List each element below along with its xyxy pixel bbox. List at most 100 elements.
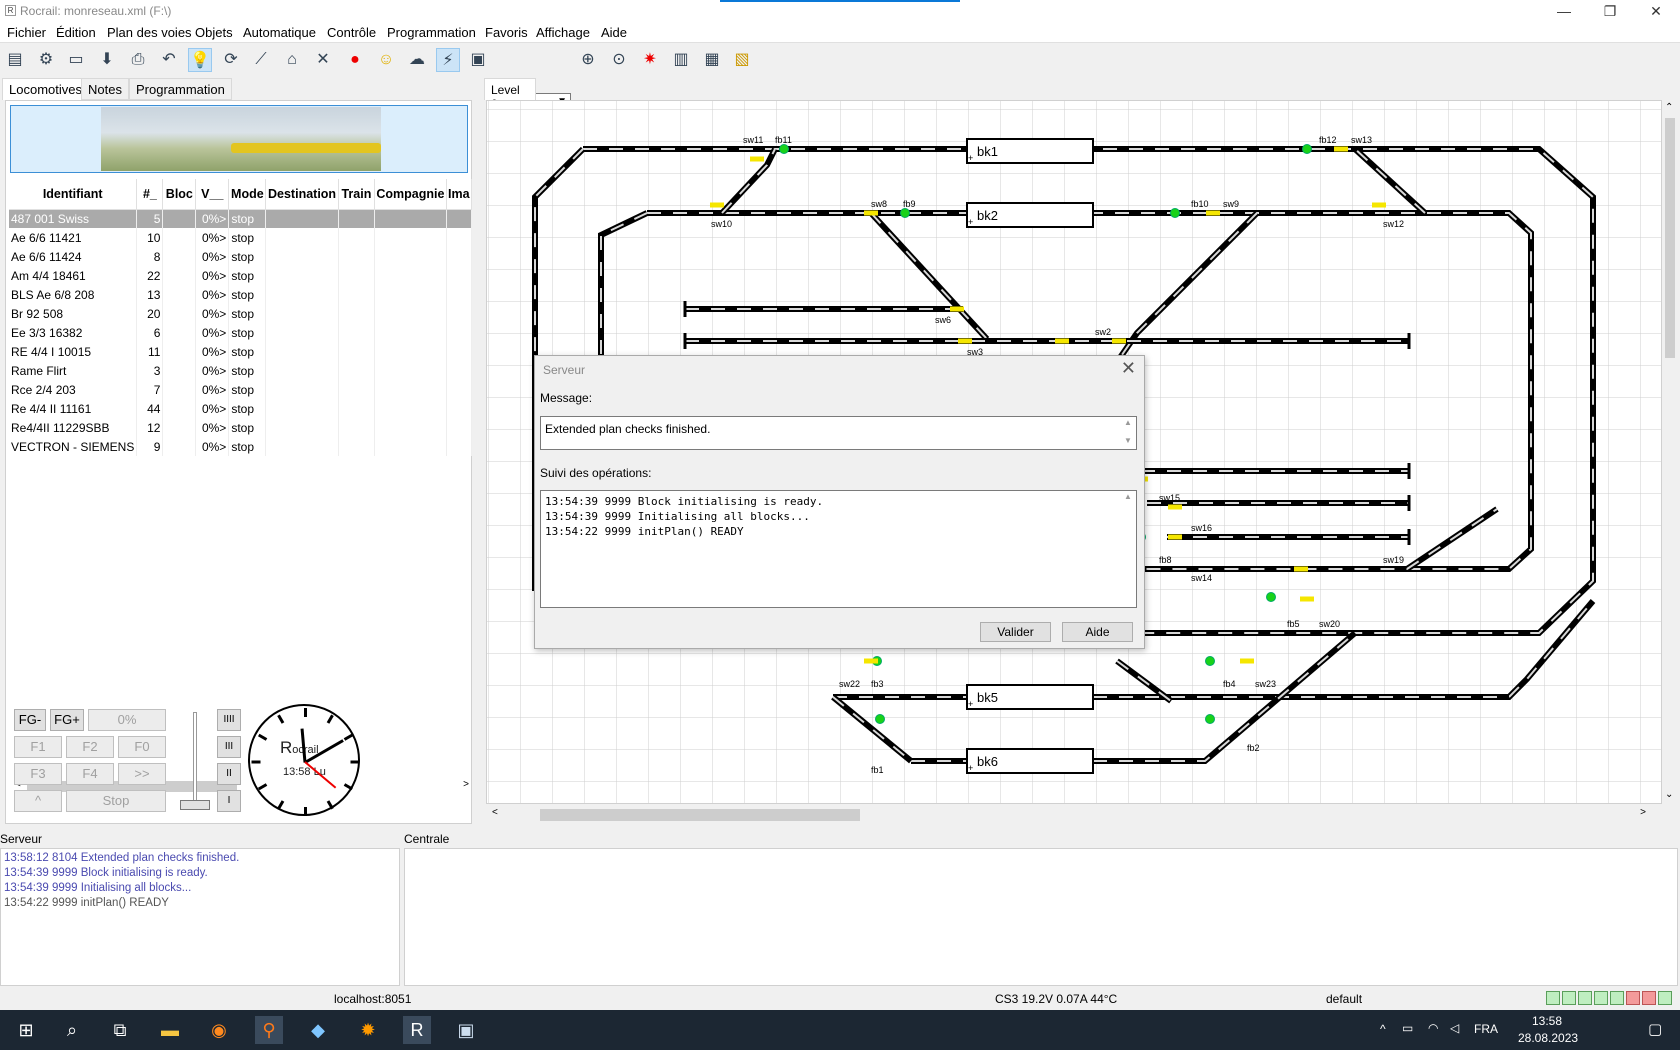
switch-marker[interactable] [1372, 202, 1386, 208]
slider-knob[interactable] [180, 800, 210, 810]
menu-edition[interactable]: Édition [56, 25, 96, 40]
f1-button[interactable]: F1 [14, 736, 62, 758]
restore-button[interactable]: ❐ [1587, 0, 1633, 23]
switch-marker[interactable] [1334, 146, 1348, 152]
message-box[interactable]: Extended plan checks finished. ▲ ▼ [540, 416, 1137, 450]
menu-automatique[interactable]: Automatique [243, 25, 316, 40]
plan-vscroll-thumb[interactable] [1665, 118, 1675, 358]
loco-row[interactable]: 487 001 Swiss 5 0%> stop [9, 209, 473, 228]
sensor-feedback[interactable] [1266, 592, 1276, 602]
speed-slider[interactable] [178, 712, 212, 812]
scroll-up-icon[interactable]: ⌃ [1665, 102, 1673, 113]
notifications-icon[interactable]: ▢ [1648, 1020, 1662, 1038]
dialog-close-icon[interactable]: ✕ [1121, 358, 1136, 379]
rocrail-task-icon[interactable]: ⚲ [255, 1016, 283, 1044]
loco-row[interactable]: VECTRON - SIEMENS 9 0%> stop [9, 437, 473, 456]
stop-x-icon[interactable]: ✕ [311, 48, 335, 72]
switch-marker[interactable] [1206, 210, 1220, 216]
list-icon[interactable]: ▦ [700, 48, 724, 72]
loco-row[interactable]: Rce 2/4 203 7 0%> stop [9, 380, 473, 399]
menu-plan-des-voies[interactable]: Plan des voies [107, 25, 192, 40]
tab-programmation[interactable]: Programmation [129, 78, 232, 100]
alert-gear-icon[interactable]: ✷ [638, 48, 662, 72]
switch-marker[interactable] [958, 338, 972, 344]
col-compagnie[interactable]: Compagnie [374, 179, 447, 210]
loco-row[interactable]: Ae 6/6 11421 10 0%> stop [9, 228, 473, 247]
switch-marker[interactable] [950, 306, 964, 312]
sensor-feedback[interactable] [900, 208, 910, 218]
zoom-fit-icon[interactable]: ⊙ [607, 48, 631, 72]
switch-marker[interactable] [864, 210, 878, 216]
emergency-stop-icon[interactable]: ● [343, 48, 367, 72]
windows-start-icon[interactable]: ⊞ [12, 1016, 40, 1044]
menu-affichage[interactable]: Affichage [536, 25, 590, 40]
minimize-button[interactable]: — [1541, 0, 1587, 23]
direction-button[interactable]: ^ [14, 790, 62, 812]
col-speed[interactable]: V__ [195, 179, 230, 210]
fg-minus-button[interactable]: FG- [14, 709, 46, 731]
gear-2-button[interactable]: II [217, 763, 241, 785]
close-button[interactable]: ✕ [1633, 0, 1679, 23]
gear-3-button[interactable]: III [217, 736, 241, 758]
scroll-right-icon[interactable]: > [463, 779, 469, 790]
loco-row[interactable]: Rame Flirt 3 0%> stop [9, 361, 473, 380]
menu-favoris[interactable]: Favoris [485, 25, 528, 40]
rocrail-icon[interactable]: R [403, 1016, 431, 1044]
sensor-feedback[interactable] [1205, 714, 1215, 724]
tab-level-0[interactable]: Level 0 [484, 78, 536, 111]
clock-date-text[interactable]: 28.08.2023 [1518, 1031, 1578, 1045]
tab-notes[interactable]: Notes [81, 78, 129, 100]
connect-icon[interactable]: ⟳ [219, 48, 243, 72]
col-identifiant[interactable]: Identifiant [9, 179, 138, 210]
volume-icon[interactable]: ◁ [1450, 1021, 1459, 1035]
sensor-feedback[interactable] [779, 144, 789, 154]
loco-row[interactable]: Am 4/4 18461 22 0%> stop [9, 266, 473, 285]
col-address[interactable]: #_ [136, 179, 164, 210]
sensor-feedback[interactable] [1170, 208, 1180, 218]
loco-row[interactable]: Br 92 508 20 0%> stop [9, 304, 473, 323]
sensor-feedback[interactable] [875, 714, 885, 724]
switch-marker[interactable] [1168, 504, 1182, 510]
language-indicator[interactable]: FRA [1474, 1022, 1498, 1036]
switch-marker[interactable] [710, 202, 724, 208]
col-mode[interactable]: Mode [228, 179, 267, 210]
wifi-icon[interactable]: ◠ [1428, 1021, 1438, 1035]
loco-row[interactable]: RE 4/4 I 10015 11 0%> stop [9, 342, 473, 361]
tray-chevron-icon[interactable]: ^ [1380, 1022, 1386, 1036]
cloud-icon[interactable]: ☁ [405, 48, 429, 72]
f3-button[interactable]: F3 [14, 763, 62, 785]
network-icon[interactable]: ▭ [1402, 1021, 1413, 1035]
gear-4-button[interactable]: IIII [217, 709, 241, 731]
switch-marker[interactable] [1112, 338, 1126, 344]
valider-button[interactable]: Valider [980, 622, 1051, 642]
switch-marker[interactable] [1240, 658, 1254, 664]
task-view-icon[interactable]: ⧉ [106, 1016, 134, 1044]
menu-objets[interactable]: Objets [195, 25, 233, 40]
plan-vscroll[interactable]: ⌃ ⌄ [1662, 100, 1678, 804]
auto-icon[interactable]: ⚡ [436, 48, 460, 72]
sensor-feedback[interactable] [1302, 144, 1312, 154]
gear-1-button[interactable]: I [217, 790, 241, 812]
switch-marker[interactable] [750, 156, 764, 162]
smiley-icon[interactable]: ☺ [374, 48, 398, 72]
firefox-icon[interactable]: ◉ [205, 1016, 233, 1044]
switch-marker[interactable] [1294, 566, 1308, 572]
tab-locomotives[interactable]: Locomotives [2, 78, 89, 100]
settings-icon[interactable]: ⚙ [34, 48, 58, 72]
zoom-in-icon[interactable]: ⊕ [576, 48, 600, 72]
power-bulb-icon[interactable]: 💡 [188, 48, 212, 72]
file-explorer-icon[interactable]: ▬ [156, 1016, 184, 1044]
open-folder-icon[interactable]: ▭ [64, 48, 88, 72]
f4-button[interactable]: F4 [66, 763, 114, 785]
document-icon[interactable]: ▥ [669, 48, 693, 72]
settings-app-icon[interactable]: ✹ [354, 1016, 382, 1044]
loco-row[interactable]: Ae 6/6 11424 8 0%> stop [9, 247, 473, 266]
notes-app-icon[interactable]: ◆ [304, 1016, 332, 1044]
loco-row[interactable]: BLS Ae 6/8 208 13 0%> stop [9, 285, 473, 304]
switch-marker[interactable] [1300, 596, 1314, 602]
loco-row[interactable]: Ee 3/3 16382 6 0%> stop [9, 323, 473, 342]
plan-scroll-left-icon[interactable]: < [492, 807, 498, 818]
server-icon[interactable]: ▤ [3, 48, 27, 72]
search-icon[interactable]: ⌕ [58, 1016, 86, 1044]
col-image[interactable]: Ima [446, 179, 473, 210]
